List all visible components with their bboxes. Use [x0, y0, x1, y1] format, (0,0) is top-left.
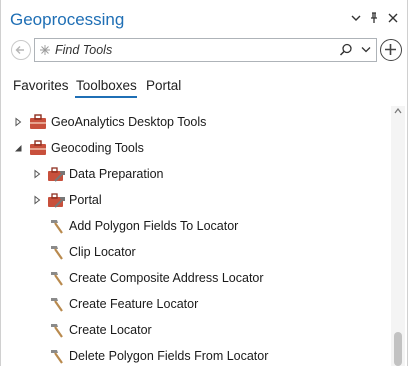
tree-item-create-composite-address-locator[interactable]: Create Composite Address Locator: [1, 265, 391, 291]
tree-item-label: Portal: [69, 193, 102, 207]
hammer-icon: [51, 246, 63, 260]
tree-item-label: Geocoding Tools: [51, 141, 144, 155]
chevron-down-icon[interactable]: [349, 12, 363, 26]
add-button[interactable]: [380, 39, 402, 61]
back-button[interactable]: [11, 40, 31, 60]
dropdown-chevron-icon[interactable]: [360, 45, 372, 55]
pane-title: Geoprocessing: [10, 10, 125, 29]
tree-item-label: Delete Polygon Fields From Locator: [69, 349, 269, 363]
tab-bar: Favorites Toolboxes Portal: [1, 74, 409, 100]
tree-item-geoanalytics-desktop-tools[interactable]: GeoAnalytics Desktop Tools: [1, 109, 391, 135]
tree-item-label: Create Feature Locator: [69, 297, 199, 311]
scroll-up-icon[interactable]: [393, 106, 403, 116]
toolset-icon: [48, 167, 65, 182]
hammer-icon: [51, 350, 63, 364]
add-circle-icon: [385, 44, 396, 55]
tree-item-portal[interactable]: Portal: [1, 187, 391, 213]
tree-item-create-locator[interactable]: Create Locator: [1, 317, 391, 343]
expand-caret-icon[interactable]: [13, 117, 23, 127]
tree-item-label: GeoAnalytics Desktop Tools: [51, 115, 207, 129]
tree-item-clip-locator[interactable]: Clip Locator: [1, 239, 391, 265]
active-tab-indicator: [75, 96, 137, 98]
vertical-scrollbar[interactable]: [391, 106, 405, 366]
tree-item-label: Add Polygon Fields To Locator: [69, 219, 239, 233]
close-icon[interactable]: [386, 12, 400, 26]
back-arrow-icon: [15, 46, 24, 54]
tree-item-data-preparation[interactable]: Data Preparation: [1, 161, 391, 187]
expand-caret-icon[interactable]: [32, 195, 42, 205]
hammer-icon: [51, 298, 63, 312]
tree-item-add-polygon-fields-to-locator[interactable]: Add Polygon Fields To Locator: [1, 213, 391, 239]
hammer-icon: [51, 220, 63, 234]
title-bar: Geoprocessing: [1, 0, 409, 38]
tree-item-label: Create Locator: [69, 323, 152, 337]
collapse-caret-icon[interactable]: [13, 143, 23, 153]
tab-portal[interactable]: Portal: [146, 78, 181, 93]
tab-favorites[interactable]: Favorites: [13, 78, 69, 93]
search-input[interactable]: Find Tools: [34, 38, 377, 62]
hammer-icon: [51, 324, 63, 338]
toolbox-icon: [30, 114, 46, 129]
geoprocessing-pane: Geoprocessing Find Tools Favorites Toolb…: [0, 0, 408, 366]
search-icon[interactable]: [339, 43, 353, 57]
expand-caret-icon[interactable]: [32, 169, 42, 179]
sparkle-icon: [40, 45, 50, 55]
search-row: Find Tools: [1, 38, 409, 64]
tree-item-label: Create Composite Address Locator: [69, 271, 264, 285]
tree-item-label: Clip Locator: [69, 245, 136, 259]
search-placeholder: Find Tools: [55, 43, 113, 57]
tree-item-create-feature-locator[interactable]: Create Feature Locator: [1, 291, 391, 317]
scrollbar-thumb[interactable]: [394, 332, 402, 366]
toolbox-icon: [30, 140, 46, 155]
tree-item-label: Data Preparation: [69, 167, 164, 181]
pin-icon[interactable]: [367, 12, 381, 26]
toolbox-tree: GeoAnalytics Desktop Tools Geocoding Too…: [1, 106, 391, 366]
tree-item-delete-polygon-fields-from-locator[interactable]: Delete Polygon Fields From Locator: [1, 343, 391, 366]
tab-toolboxes[interactable]: Toolboxes: [76, 78, 137, 93]
toolset-icon: [48, 193, 65, 208]
tree-item-geocoding-tools[interactable]: Geocoding Tools: [1, 135, 391, 161]
hammer-icon: [51, 272, 63, 286]
